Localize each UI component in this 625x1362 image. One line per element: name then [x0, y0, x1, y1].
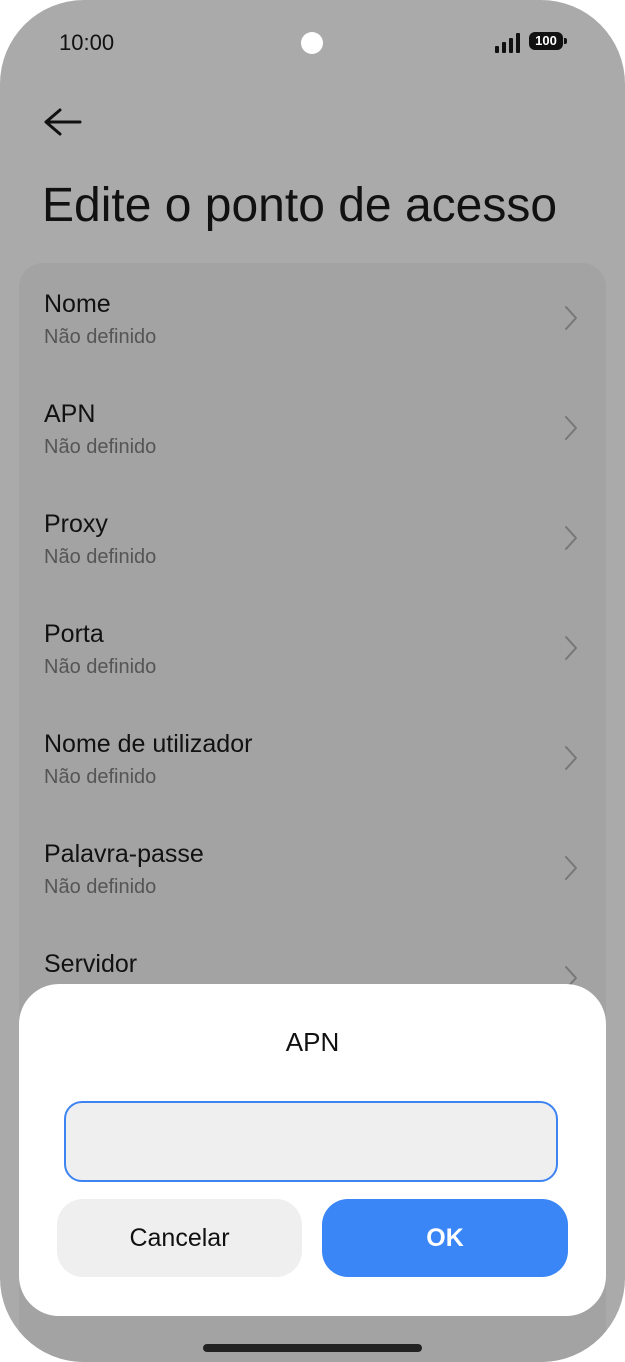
- item-label: Nome de utilizador: [44, 730, 253, 758]
- item-value: Não definido: [44, 436, 157, 458]
- home-indicator[interactable]: [203, 1344, 422, 1352]
- dialog-title: APN: [285, 1027, 340, 1057]
- list-item-nome-de-utilizador[interactable]: Nome de utilizador Não definido: [19, 703, 606, 813]
- back-button[interactable]: [40, 102, 86, 142]
- item-value: Não definido: [44, 326, 157, 348]
- item-label: Proxy: [44, 510, 108, 538]
- front-camera: [301, 32, 323, 54]
- signal-icon: [495, 33, 520, 53]
- list-item-apn[interactable]: APN Não definido: [19, 373, 606, 483]
- list-item-proxy[interactable]: Proxy Não definido: [19, 483, 606, 593]
- status-bar: 10:00 100: [0, 0, 625, 90]
- chevron-right-icon: [565, 526, 577, 550]
- battery-icon: 100: [529, 32, 567, 50]
- list-item-palavra-passe[interactable]: Palavra-passe Não definido: [19, 813, 606, 923]
- chevron-right-icon: [565, 856, 577, 880]
- chevron-right-icon: [565, 746, 577, 770]
- item-value: Não definido: [44, 546, 157, 568]
- item-label: Palavra-passe: [44, 840, 204, 868]
- item-value: Não definido: [44, 766, 157, 788]
- item-label: Servidor: [44, 950, 138, 978]
- page-title: Edite o ponto de acesso: [42, 179, 558, 232]
- apn-input[interactable]: [64, 1101, 558, 1182]
- phone-screen: 10:00 100 Edite o ponto de acesso Nome N…: [0, 0, 625, 1362]
- apn-dialog: APN Cancelar OK: [19, 984, 606, 1316]
- item-label: Nome: [44, 290, 111, 318]
- chevron-right-icon: [565, 306, 577, 330]
- chevron-right-icon: [565, 636, 577, 660]
- list-item-porta[interactable]: Porta Não definido: [19, 593, 606, 703]
- item-value: Não definido: [44, 876, 157, 898]
- item-label: Porta: [44, 620, 104, 648]
- cancel-button[interactable]: Cancelar: [57, 1199, 302, 1277]
- item-label: APN: [44, 400, 96, 428]
- ok-button[interactable]: OK: [322, 1199, 568, 1277]
- status-time: 10:00: [59, 30, 115, 55]
- battery-level: 100: [535, 33, 557, 48]
- chevron-right-icon: [565, 416, 577, 440]
- item-value: Não definido: [44, 656, 157, 678]
- list-item-nome[interactable]: Nome Não definido: [19, 263, 606, 373]
- arrow-left-icon: [44, 108, 82, 136]
